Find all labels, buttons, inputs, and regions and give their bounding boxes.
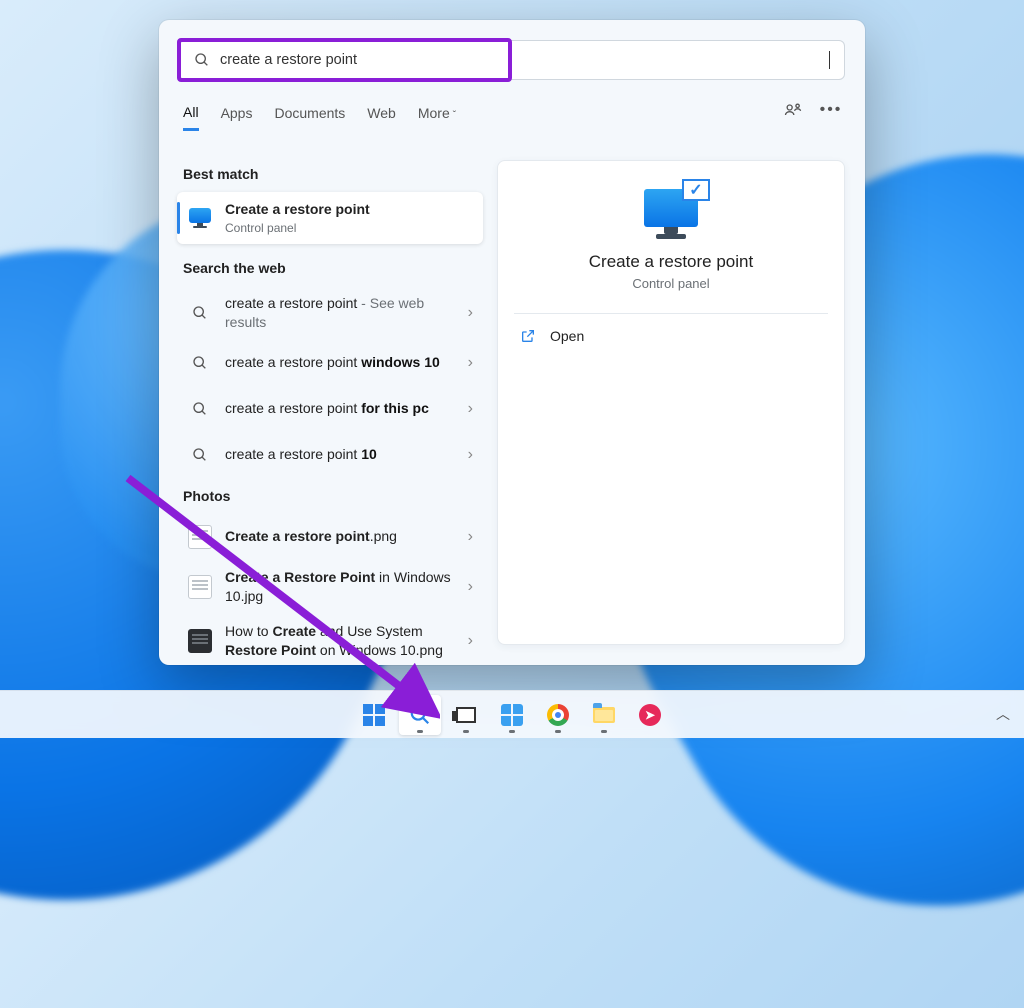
taskbar-chrome[interactable] [537,695,579,735]
taskbar-app-red[interactable]: ➤ [629,695,671,735]
chevron-right-icon: › [468,446,473,464]
chevron-right-icon: › [468,528,473,546]
more-options-icon[interactable]: ••• [821,100,841,120]
web-result[interactable]: create a restore point - See web results… [177,286,483,340]
windows-logo-icon [363,704,385,726]
taskview-icon [456,707,476,723]
taskbar-widgets[interactable] [491,695,533,735]
open-label: Open [550,328,584,344]
best-match-result[interactable]: Create a restore point Control panel [177,192,483,244]
section-best-match: Best match [183,166,477,182]
section-photos: Photos [183,488,477,504]
chevron-up-icon: ︿ [996,706,1010,722]
result-subtitle: Control panel [225,220,370,236]
result-title: Create a restore point [225,201,370,217]
result-title: create a restore point windows 10 [225,353,440,372]
web-result[interactable]: create a restore point for this pc › [177,386,483,432]
taskbar-start[interactable] [353,695,395,735]
taskbar-taskview[interactable] [445,695,487,735]
search-icon [187,350,213,376]
tab-more[interactable]: Moreˇ [418,105,456,129]
widgets-icon [501,704,523,726]
search-icon [409,704,431,726]
monitor-large-icon: ✓ [644,189,698,239]
search-icon [187,300,213,326]
search-icon [187,442,213,468]
chevron-right-icon: › [468,578,473,596]
taskbar-search[interactable] [399,695,441,735]
photo-result[interactable]: Create a restore point.png › [177,514,483,560]
red-app-icon: ➤ [639,704,661,726]
taskbar: ➤ [0,690,1024,738]
chrome-icon [547,704,569,726]
tab-apps[interactable]: Apps [221,105,253,129]
search-box[interactable] [179,40,845,80]
search-icon [187,396,213,422]
result-title: create a restore point 10 [225,445,377,464]
open-external-icon [520,328,536,344]
tab-documents[interactable]: Documents [274,105,345,129]
monitor-icon [187,205,213,231]
preview-pane: ✓ Create a restore point Control panel O… [497,160,845,645]
result-title: How to Create and Use System Restore Poi… [225,622,468,660]
preview-title: Create a restore point [518,252,824,272]
account-sync-icon[interactable] [783,100,803,120]
chevron-right-icon: › [468,354,473,372]
chevron-right-icon: › [468,632,473,650]
image-thumb-icon [187,574,213,600]
checkmark-badge-icon: ✓ [682,179,710,201]
web-result[interactable]: create a restore point 10 › [177,432,483,478]
web-result[interactable]: create a restore point windows 10 › [177,340,483,386]
search-icon [194,52,210,68]
filter-tabs: All Apps Documents Web Moreˇ [183,100,841,134]
result-title: Create a Restore Point in Windows 10.jpg [225,568,468,606]
image-thumb-icon [187,628,213,654]
taskbar-tray[interactable]: ︿ [996,704,1010,724]
result-title: create a restore point - See web results [225,294,468,332]
photo-result[interactable]: Create a Restore Point in Windows 10.jpg… [177,560,483,614]
chevron-right-icon: › [468,400,473,418]
chevron-down-icon: ˇ [453,110,456,121]
taskbar-file-explorer[interactable] [583,695,625,735]
file-explorer-icon [593,707,615,723]
photo-result[interactable]: How to Create and Use System Restore Poi… [177,614,483,665]
tab-all[interactable]: All [183,104,199,131]
image-thumb-icon [187,524,213,550]
tab-web[interactable]: Web [367,105,396,129]
section-search-web: Search the web [183,260,477,276]
preview-subtitle: Control panel [518,276,824,291]
open-action[interactable]: Open [498,314,844,358]
result-title: Create a restore point.png [225,527,397,546]
search-panel: All Apps Documents Web Moreˇ ••• Best ma… [159,20,865,665]
result-title: create a restore point for this pc [225,399,429,418]
chevron-right-icon: › [468,304,473,322]
search-input[interactable] [220,52,830,68]
text-caret [829,51,830,69]
